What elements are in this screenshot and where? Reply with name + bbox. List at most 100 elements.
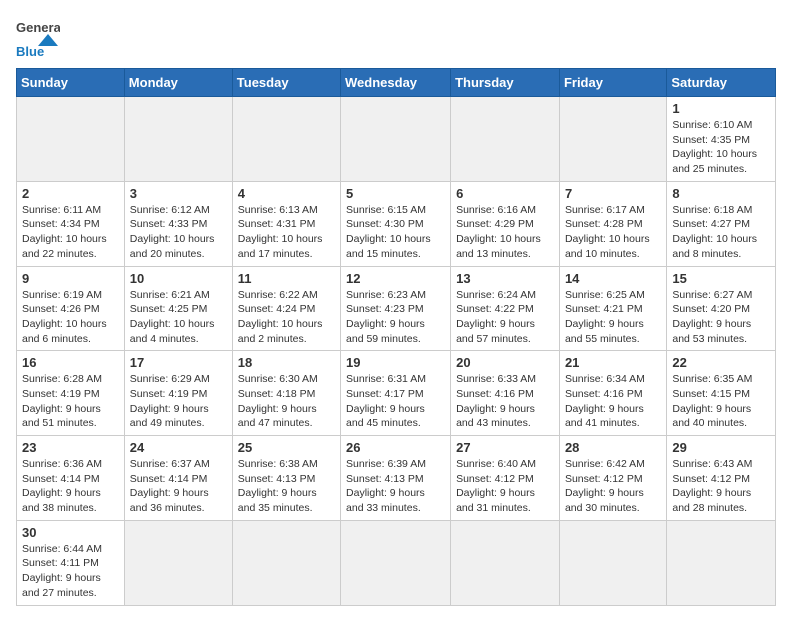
calendar-week-3: 9 Sunrise: 6:19 AM Sunset: 4:26 PM Daylig…: [17, 266, 776, 351]
day-number: 29: [672, 440, 770, 455]
calendar-cell: 27 Sunrise: 6:40 AM Sunset: 4:12 PM Dayli…: [451, 436, 560, 521]
calendar-cell: 7Sunrise: 6:17 AM Sunset: 4:28 PM Daylig…: [559, 181, 666, 266]
day-number: 3: [130, 186, 227, 201]
day-number: 12: [346, 271, 445, 286]
day-number: 21: [565, 355, 661, 370]
day-number: 19: [346, 355, 445, 370]
weekday-header-tuesday: Tuesday: [232, 69, 340, 97]
calendar-cell: [17, 97, 125, 182]
calendar-cell: 5Sunrise: 6:15 AM Sunset: 4:30 PM Daylig…: [341, 181, 451, 266]
day-number: 10: [130, 271, 227, 286]
calendar-cell: 18Sunrise: 6:30 AM Sunset: 4:18 PM Dayli…: [232, 351, 340, 436]
calendar-cell: 15Sunrise: 6:27 AM Sunset: 4:20 PM Dayli…: [667, 266, 776, 351]
day-number: 28: [565, 440, 661, 455]
day-number: 5: [346, 186, 445, 201]
calendar-cell: 20Sunrise: 6:33 AM Sunset: 4:16 PM Dayli…: [451, 351, 560, 436]
calendar-cell: 10 Sunrise: 6:21 AM Sunset: 4:25 PM Dayli…: [124, 266, 232, 351]
day-number: 30: [22, 525, 119, 540]
calendar-cell: 29 Sunrise: 6:43 AM Sunset: 4:12 PM Dayli…: [667, 436, 776, 521]
calendar-cell: [232, 520, 340, 605]
calendar-cell: 23 Sunrise: 6:36 AM Sunset: 4:14 PM Dayli…: [17, 436, 125, 521]
calendar-cell: 4Sunrise: 6:13 AM Sunset: 4:31 PM Daylig…: [232, 181, 340, 266]
calendar-table: SundayMondayTuesdayWednesdayThursdayFrid…: [16, 68, 776, 606]
weekday-header-monday: Monday: [124, 69, 232, 97]
logo-svg: General Blue: [16, 16, 60, 60]
day-info: Sunrise: 6:28 AM Sunset: 4:19 PM Dayligh…: [22, 372, 119, 431]
calendar-cell: 1Sunrise: 6:10 AM Sunset: 4:35 PM Daylig…: [667, 97, 776, 182]
day-info: Sunrise: 6:36 AM Sunset: 4:14 PM Dayligh…: [22, 457, 119, 516]
calendar-cell: 26 Sunrise: 6:39 AM Sunset: 4:13 PM Dayli…: [341, 436, 451, 521]
calendar-week-2: 2Sunrise: 6:11 AM Sunset: 4:34 PM Daylig…: [17, 181, 776, 266]
calendar-cell: [451, 520, 560, 605]
day-number: 26: [346, 440, 445, 455]
day-number: 24: [130, 440, 227, 455]
day-number: 8: [672, 186, 770, 201]
day-info: Sunrise: 6:31 AM Sunset: 4:17 PM Dayligh…: [346, 372, 445, 431]
calendar-cell: 11 Sunrise: 6:22 AM Sunset: 4:24 PM Dayli…: [232, 266, 340, 351]
day-info: Sunrise: 6:43 AM Sunset: 4:12 PM Dayligh…: [672, 457, 770, 516]
day-info: Sunrise: 6:38 AM Sunset: 4:13 PM Dayligh…: [238, 457, 335, 516]
calendar-cell: 19 Sunrise: 6:31 AM Sunset: 4:17 PM Dayli…: [341, 351, 451, 436]
day-number: 13: [456, 271, 554, 286]
weekday-header-row: SundayMondayTuesdayWednesdayThursdayFrid…: [17, 69, 776, 97]
day-info: Sunrise: 6:29 AM Sunset: 4:19 PM Dayligh…: [130, 372, 227, 431]
calendar-cell: 9 Sunrise: 6:19 AM Sunset: 4:26 PM Daylig…: [17, 266, 125, 351]
calendar-cell: 21 Sunrise: 6:34 AM Sunset: 4:16 PM Dayli…: [559, 351, 666, 436]
day-number: 23: [22, 440, 119, 455]
day-info: Sunrise: 6:13 AM Sunset: 4:31 PM Dayligh…: [238, 203, 335, 262]
calendar-cell: [559, 520, 666, 605]
calendar-week-5: 23 Sunrise: 6:36 AM Sunset: 4:14 PM Dayli…: [17, 436, 776, 521]
svg-text:General: General: [16, 20, 60, 35]
calendar-cell: [232, 97, 340, 182]
day-info: Sunrise: 6:34 AM Sunset: 4:16 PM Dayligh…: [565, 372, 661, 431]
calendar-cell: 25 Sunrise: 6:38 AM Sunset: 4:13 PM Dayli…: [232, 436, 340, 521]
day-info: Sunrise: 6:16 AM Sunset: 4:29 PM Dayligh…: [456, 203, 554, 262]
calendar-cell: 12 Sunrise: 6:23 AM Sunset: 4:23 PM Dayli…: [341, 266, 451, 351]
calendar-cell: [124, 520, 232, 605]
day-info: Sunrise: 6:19 AM Sunset: 4:26 PM Dayligh…: [22, 288, 119, 347]
day-number: 9: [22, 271, 119, 286]
day-number: 17: [130, 355, 227, 370]
calendar-week-1: 1Sunrise: 6:10 AM Sunset: 4:35 PM Daylig…: [17, 97, 776, 182]
weekday-header-sunday: Sunday: [17, 69, 125, 97]
calendar-cell: [341, 97, 451, 182]
day-info: Sunrise: 6:23 AM Sunset: 4:23 PM Dayligh…: [346, 288, 445, 347]
day-info: Sunrise: 6:18 AM Sunset: 4:27 PM Dayligh…: [672, 203, 770, 262]
calendar-cell: 3 Sunrise: 6:12 AM Sunset: 4:33 PM Daylig…: [124, 181, 232, 266]
day-info: Sunrise: 6:42 AM Sunset: 4:12 PM Dayligh…: [565, 457, 661, 516]
calendar-cell: 8 Sunrise: 6:18 AM Sunset: 4:27 PM Daylig…: [667, 181, 776, 266]
calendar-cell: 22Sunrise: 6:35 AM Sunset: 4:15 PM Dayli…: [667, 351, 776, 436]
day-number: 22: [672, 355, 770, 370]
day-info: Sunrise: 6:22 AM Sunset: 4:24 PM Dayligh…: [238, 288, 335, 347]
calendar-cell: 6 Sunrise: 6:16 AM Sunset: 4:29 PM Daylig…: [451, 181, 560, 266]
day-info: Sunrise: 6:44 AM Sunset: 4:11 PM Dayligh…: [22, 542, 119, 601]
day-info: Sunrise: 6:30 AM Sunset: 4:18 PM Dayligh…: [238, 372, 335, 431]
day-number: 6: [456, 186, 554, 201]
calendar-cell: 24Sunrise: 6:37 AM Sunset: 4:14 PM Dayli…: [124, 436, 232, 521]
svg-text:Blue: Blue: [16, 44, 44, 59]
day-info: Sunrise: 6:25 AM Sunset: 4:21 PM Dayligh…: [565, 288, 661, 347]
day-info: Sunrise: 6:27 AM Sunset: 4:20 PM Dayligh…: [672, 288, 770, 347]
logo: General Blue: [16, 16, 60, 60]
day-number: 27: [456, 440, 554, 455]
calendar-cell: [341, 520, 451, 605]
day-number: 2: [22, 186, 119, 201]
day-number: 16: [22, 355, 119, 370]
day-number: 25: [238, 440, 335, 455]
calendar-cell: 16 Sunrise: 6:28 AM Sunset: 4:19 PM Dayli…: [17, 351, 125, 436]
weekday-header-saturday: Saturday: [667, 69, 776, 97]
day-info: Sunrise: 6:40 AM Sunset: 4:12 PM Dayligh…: [456, 457, 554, 516]
day-info: Sunrise: 6:17 AM Sunset: 4:28 PM Dayligh…: [565, 203, 661, 262]
calendar-cell: [559, 97, 666, 182]
weekday-header-friday: Friday: [559, 69, 666, 97]
day-info: Sunrise: 6:12 AM Sunset: 4:33 PM Dayligh…: [130, 203, 227, 262]
calendar-cell: 28 Sunrise: 6:42 AM Sunset: 4:12 PM Dayli…: [559, 436, 666, 521]
day-info: Sunrise: 6:21 AM Sunset: 4:25 PM Dayligh…: [130, 288, 227, 347]
calendar-week-4: 16 Sunrise: 6:28 AM Sunset: 4:19 PM Dayli…: [17, 351, 776, 436]
calendar-cell: [124, 97, 232, 182]
day-number: 11: [238, 271, 335, 286]
day-info: Sunrise: 6:39 AM Sunset: 4:13 PM Dayligh…: [346, 457, 445, 516]
calendar-cell: [451, 97, 560, 182]
page-header: General Blue: [16, 16, 776, 60]
calendar-cell: [667, 520, 776, 605]
